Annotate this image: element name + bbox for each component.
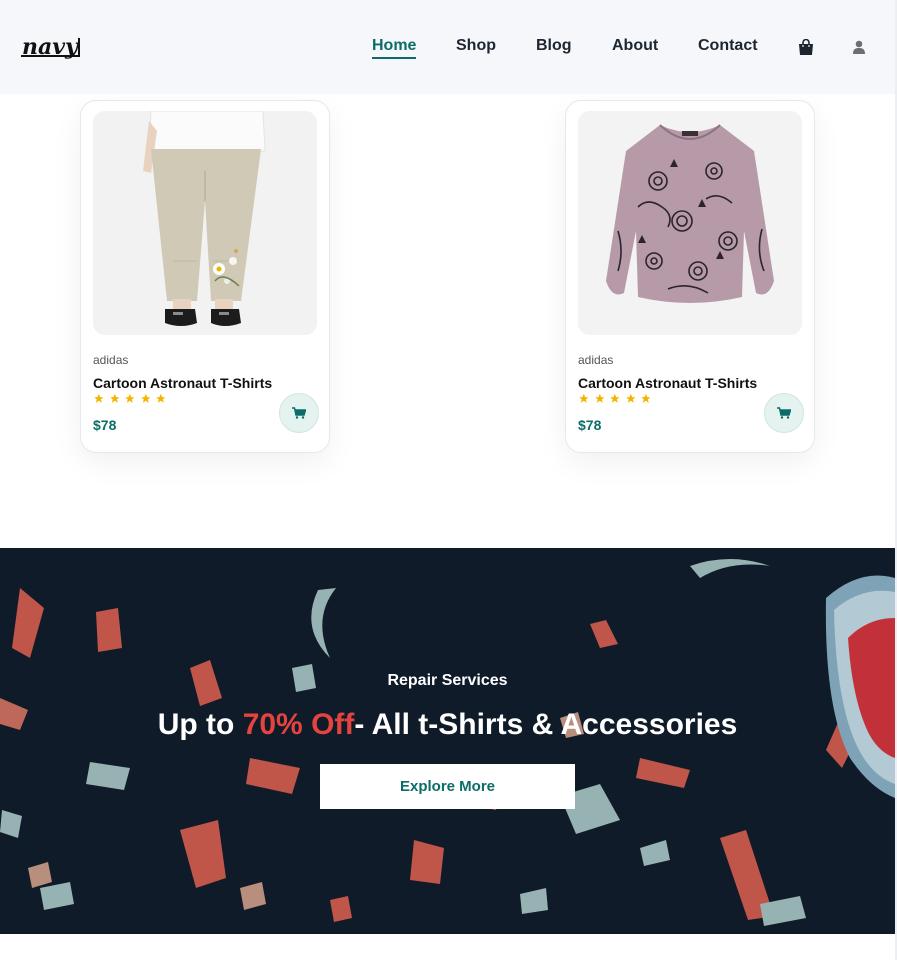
star-icon (610, 393, 620, 403)
add-to-cart-button[interactable] (279, 393, 319, 433)
star-icon (140, 393, 151, 403)
nav-blog[interactable]: Blog (536, 37, 572, 55)
product-brand: adidas (93, 353, 129, 367)
star-icon (109, 393, 119, 403)
headline-highlight: 70% Off (242, 708, 355, 741)
product-title[interactable]: Cartoon Astronaut T-Shirts (578, 375, 757, 391)
star-icon (579, 393, 589, 403)
star-icon (94, 393, 104, 403)
product-image[interactable] (578, 111, 802, 335)
star-icon (625, 393, 636, 403)
star-rating (578, 393, 652, 405)
nav-contact[interactable]: Contact (698, 37, 758, 55)
cart-icon (777, 407, 791, 419)
product-image[interactable] (93, 111, 317, 335)
nav-about[interactable]: About (612, 37, 658, 55)
star-icon (156, 393, 166, 403)
nav-home[interactable]: Home (372, 37, 417, 59)
star-icon (641, 393, 651, 403)
product-price: $78 (93, 417, 117, 433)
star-icon (594, 393, 604, 403)
add-to-cart-button[interactable] (764, 393, 804, 433)
star-icon (125, 393, 135, 403)
nav-shop[interactable]: Shop (456, 37, 496, 55)
product-title[interactable]: Cartoon Astronaut T-Shirts (93, 375, 272, 391)
shopping-bag-icon[interactable] (797, 38, 815, 55)
banner-subtitle: Repair Services (387, 672, 508, 689)
headline-prefix: Up to (157, 708, 243, 741)
product-brand: adidas (578, 353, 614, 367)
promo-banner: Repair Services Up to 70% Off- All t-Shi… (0, 548, 895, 934)
product-card[interactable]: adidas Cartoon Astronaut T-Shirts $78 (80, 100, 330, 453)
user-icon[interactable] (851, 39, 869, 55)
headline-suffix: - All t-Shirts & Accessories (354, 708, 738, 741)
site-header: navy Home Shop Blog About Contact (0, 0, 895, 94)
star-rating (93, 393, 167, 405)
product-price: $78 (578, 417, 602, 433)
banner-headline: Up to 70% Off- All t-Shirts & Accessorie… (0, 708, 895, 742)
site-logo[interactable]: navy (21, 32, 83, 64)
explore-more-button[interactable]: Explore More (320, 764, 575, 809)
cart-icon (292, 407, 306, 419)
product-card[interactable]: adidas Cartoon Astronaut T-Shirts $78 (565, 100, 815, 453)
